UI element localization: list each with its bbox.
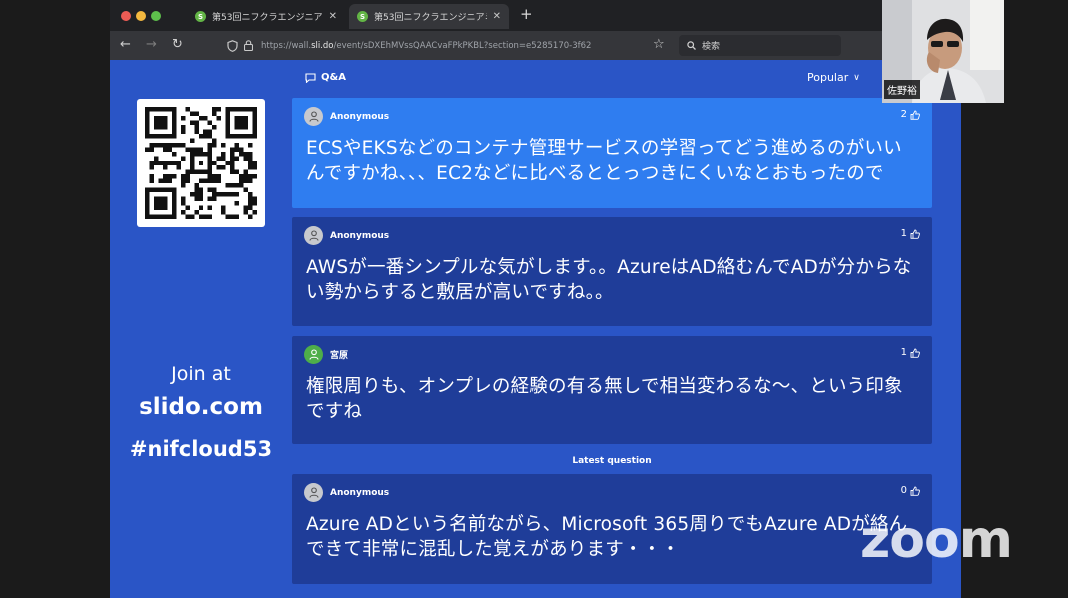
reload-icon[interactable]: ↻ [172,37,183,53]
question-card: 宮原 1 権限周りも、オンプレの経験の有る無しで相当変わるな〜、という印象ですね [292,336,932,444]
search-icon [687,41,696,50]
author-name: Anonymous [330,487,390,498]
zoom-screen-share: S 第53回ニフクラエンジニアミー ✕ S 第53回ニフクラエンジニアミー ✕ … [0,0,1068,598]
question-author: Anonymous [304,107,389,126]
close-window-button[interactable] [121,11,131,21]
user-avatar-icon [304,226,323,245]
question-author: Anonymous [304,226,389,245]
like-count[interactable]: 1 [901,347,920,358]
author-name: Anonymous [330,111,390,122]
search-placeholder: 検索 [702,42,721,52]
question-card: Anonymous 1 AWSが一番シンプルな気がします。。AzureはAD絡む… [292,217,932,326]
qr-code-image [145,107,257,219]
user-avatar-icon [304,483,323,502]
question-text: Azure ADという名前ながら、Microsoft 365周りでもAzure … [306,514,908,560]
question-card: Anonymous 2 ECSやEKSなどのコンテナ管理サービスの学習ってどう進… [292,98,932,208]
sort-label: Popular [807,71,849,84]
tab-title: 第53回ニフクラエンジニアミー [212,13,323,23]
address-bar[interactable]: https://wall.sli.do/event/sDXEhMVssQAACv… [227,35,627,56]
participant-video-tile[interactable]: 佐野裕 [882,0,1004,103]
minimize-window-button[interactable] [136,11,146,21]
question-card: Anonymous 0 Azure ADという名前ながら、Microsoft 3… [292,474,932,584]
thumbs-up-icon [910,229,920,239]
thumbs-up-icon [910,110,920,120]
zoom-watermark: zoom [860,510,1013,570]
like-number: 1 [900,347,907,358]
like-number: 1 [900,228,907,239]
back-arrow-icon[interactable]: ← [120,37,131,53]
forward-arrow-icon[interactable]: → [146,37,157,53]
like-count[interactable]: 1 [901,228,920,239]
slido-favicon-icon: S [357,11,368,22]
question-author: Anonymous [304,483,389,502]
tab-bar: S 第53回ニフクラエンジニアミー ✕ S 第53回ニフクラエンジニアミー ✕ … [110,0,961,31]
user-avatar-icon [304,107,323,126]
qa-header: Q&A [305,72,346,83]
slido-favicon-icon: S [195,11,206,22]
join-at-label: Join at [171,363,231,385]
event-code: #nifcloud53 [129,437,273,461]
tab-title: 第53回ニフクラエンジニアミー [374,13,487,23]
chat-bubble-icon [305,72,316,83]
navigation-bar: ← → ↻ https://wall.sli.do/event/sDXEhMVs… [110,31,961,60]
shield-icon [227,39,238,52]
question-text: ECSやEKSなどのコンテナ管理サービスの学習ってどう進めるのがいいんですかね、… [306,138,902,184]
author-name: Anonymous [330,230,390,241]
close-tab-icon[interactable]: ✕ [329,11,337,22]
question-text: AWSが一番シンプルな気がします。。AzureはAD絡むんでADが分からない勢か… [306,257,912,303]
like-number: 0 [900,485,907,496]
slido-wall: Q&A Popular ∨ Join at slido.com #nifclou… [110,60,961,598]
question-text: 権限周りも、オンプレの経験の有る無しで相当変わるな〜、という印象ですね [306,376,903,422]
latest-question-label: Latest question [572,456,652,466]
new-tab-button[interactable]: + [520,7,533,22]
browser-window: S 第53回ニフクラエンジニアミー ✕ S 第53回ニフクラエンジニアミー ✕ … [110,0,961,598]
sort-dropdown[interactable]: Popular ∨ [807,71,860,84]
question-author: 宮原 [304,345,348,364]
user-avatar-icon [304,345,323,364]
url-text: https://wall.sli.do/event/sDXEhMVssQAACv… [261,40,592,51]
close-tab-icon[interactable]: ✕ [493,11,501,22]
like-number: 2 [900,109,907,120]
join-site: slido.com [139,394,263,420]
qa-label: Q&A [321,72,346,83]
like-count[interactable]: 0 [901,485,920,496]
qr-code [137,99,265,227]
chevron-down-icon: ∨ [853,72,860,83]
author-name: 宮原 [330,351,349,361]
browser-tab-2[interactable]: S 第53回ニフクラエンジニアミー ✕ [349,4,509,29]
browser-tab-1[interactable]: S 第53回ニフクラエンジニアミー ✕ [187,4,345,29]
participant-name: 佐野裕 [884,80,920,99]
thumbs-up-icon [910,348,920,358]
like-count[interactable]: 2 [901,109,920,120]
thumbs-up-icon [910,486,920,496]
maximize-window-button[interactable] [151,11,161,21]
browser-search-box[interactable]: 検索 [679,35,841,56]
bookmark-star-icon[interactable]: ☆ [653,37,665,53]
lock-icon [244,40,253,51]
